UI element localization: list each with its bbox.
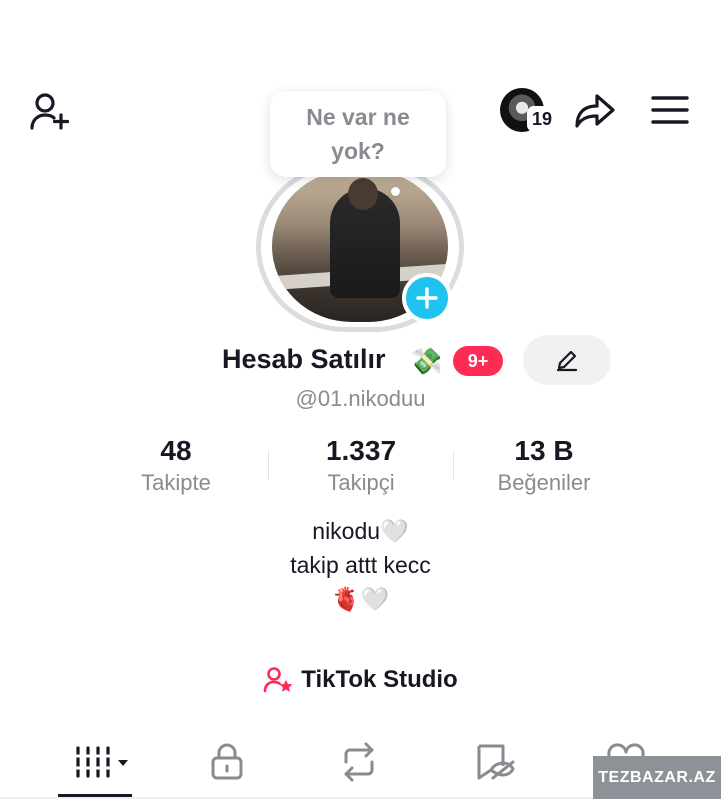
tab-favorites[interactable]	[446, 736, 542, 788]
repost-icon	[344, 742, 374, 782]
pencil-icon	[556, 350, 578, 372]
display-name: Hesab Satılır	[222, 344, 386, 374]
add-story-button[interactable]	[402, 273, 452, 323]
username-text: @01.nikoduu	[295, 386, 426, 411]
stat-value: 1.337	[325, 435, 397, 466]
note-text: Ne var ne yok?	[306, 104, 410, 164]
note-bubble[interactable]: Ne var ne yok?	[270, 91, 446, 177]
studio-user-star-icon	[263, 667, 293, 693]
money-emoji: 💸	[410, 346, 443, 376]
tab-reposts[interactable]	[311, 736, 407, 788]
share-icon[interactable]	[572, 90, 618, 132]
stat-likes[interactable]: 13 B Beğeniler	[454, 434, 634, 498]
studio-label: TikTok Studio	[301, 666, 458, 693]
tab-videos[interactable]	[52, 736, 148, 788]
lock-icon	[211, 743, 243, 780]
tab-private[interactable]	[179, 736, 275, 788]
username: @01.nikoduu	[0, 386, 721, 412]
name-row: Hesab Satılır 💸 9+	[0, 340, 721, 384]
story-count-badge: 19	[527, 106, 557, 132]
stat-following[interactable]: 48 Takipte	[86, 434, 266, 498]
stat-value: 13 B	[514, 435, 574, 466]
bio-line: 🫀🤍	[331, 586, 390, 612]
note-bubble-tail	[391, 187, 400, 196]
add-friend-icon[interactable]	[28, 90, 74, 132]
bookmark-eye-off-icon	[477, 744, 515, 780]
stat-divider	[268, 450, 269, 480]
edit-profile-button[interactable]	[523, 335, 611, 385]
stat-label: Beğeniler	[497, 470, 591, 495]
tiktok-studio-link[interactable]: TikTok Studio	[0, 660, 721, 700]
stat-followers[interactable]: 1.337 Takipçi	[271, 434, 451, 498]
stat-label: Takipçi	[327, 470, 395, 495]
stat-label: Takipte	[141, 470, 211, 495]
menu-icon[interactable]	[648, 90, 692, 130]
notification-badge[interactable]: 9+	[453, 346, 503, 376]
watermark: TEZBAZAR.AZ	[593, 756, 721, 799]
stat-value: 48	[160, 435, 192, 466]
bio-line: takip attt kecc	[290, 552, 431, 578]
bio-line: nikodu🤍	[312, 518, 409, 544]
grid-dropdown-icon	[72, 746, 128, 778]
